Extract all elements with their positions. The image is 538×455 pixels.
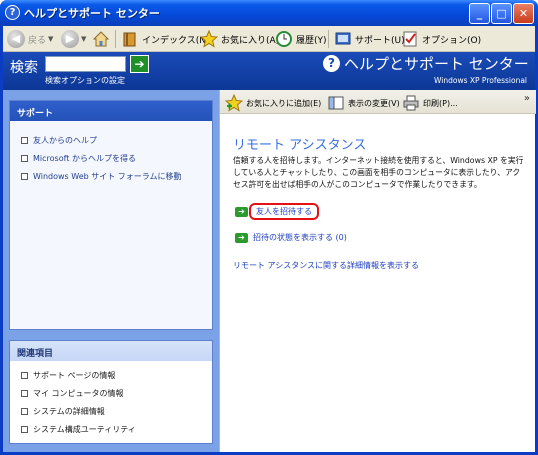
back-label: 戻る	[28, 35, 47, 46]
chevron-down-icon: ▼	[48, 35, 54, 43]
support-panel: サポート 友人からのヘルプ Microsoft からヘルプを得る Windows…	[9, 100, 213, 330]
add-favorite-button[interactable]: お気に入りに追加(E)	[225, 94, 321, 112]
brand-subtitle: Windows XP Professional	[434, 76, 527, 85]
related-panel: 関連項目 サポート ページの情報 マイ コンピュータの情報 システムの詳細情報 …	[9, 340, 213, 444]
support-panel-heading: サポート	[10, 101, 212, 121]
change-view-label: 表示の変更(V)	[348, 98, 400, 108]
close-button[interactable]: ✕	[513, 3, 534, 24]
home-button[interactable]	[92, 29, 113, 49]
content-pane: お気に入りに追加(E) 表示の変更(V) 印刷(P)... » リモート アシス…	[219, 90, 536, 452]
main-toolbar: ◀ 戻る ▼ ▶ ▼ インデックス(N) お気に入り(A) 履歴(Y) サポート…	[3, 26, 535, 52]
home-icon	[92, 31, 110, 47]
minimize-button[interactable]: _	[469, 3, 490, 24]
search-input[interactable]	[45, 56, 126, 72]
maximize-button[interactable]: □	[491, 3, 512, 24]
related-item[interactable]: サポート ページの情報	[21, 370, 115, 381]
header-band: 検索 ➔ 検索オプションの設定 ? ヘルプとサポート センター Windows …	[3, 52, 535, 90]
support-item[interactable]: 友人からのヘルプ	[21, 135, 97, 146]
support-button[interactable]: サポート(U)	[334, 29, 405, 49]
help-support-window: ? ヘルプとサポート センター _ □ ✕ ◀ 戻る ▼ ▶ ▼ インデックス(…	[0, 0, 538, 455]
options-label: オプション(O)	[422, 35, 482, 46]
history-clock-icon	[276, 31, 292, 47]
back-arrow-icon: ◀	[7, 30, 25, 48]
invite-friend-action[interactable]: ➔ 友人を招待する	[235, 203, 319, 220]
related-item[interactable]: マイ コンピュータの情報	[21, 388, 124, 399]
index-button[interactable]: インデックス(N)	[121, 29, 210, 49]
change-view-icon	[328, 96, 344, 110]
search-options-link[interactable]: 検索オプションの設定	[45, 75, 125, 86]
change-view-button[interactable]: 表示の変更(V)	[327, 94, 400, 112]
invite-status-link[interactable]: 招待の状態を表示する (0)	[253, 232, 347, 243]
help-icon: ?	[5, 5, 20, 20]
printer-icon	[403, 95, 419, 111]
related-item[interactable]: システム構成ユーティリティ	[21, 424, 136, 435]
bullet-icon	[21, 155, 28, 162]
history-label: 履歴(Y)	[296, 35, 327, 46]
invite-status-action[interactable]: ➔ 招待の状態を表示する (0)	[235, 232, 347, 243]
options-checklist-icon	[403, 31, 417, 47]
toolbar-separator	[115, 30, 116, 48]
title-bar: ? ヘルプとサポート センター _ □ ✕	[0, 0, 538, 26]
bullet-icon	[21, 173, 28, 180]
content-toolbar: お気に入りに追加(E) 表示の変更(V) 印刷(P)... »	[220, 90, 536, 114]
bullet-icon	[21, 390, 28, 397]
bullet-icon	[21, 137, 28, 144]
star-icon	[200, 30, 218, 48]
forward-arrow-icon: ▶	[61, 30, 79, 48]
search-label: 検索	[10, 60, 38, 76]
left-pane: サポート 友人からのヘルプ Microsoft からヘルプを得る Windows…	[3, 90, 219, 452]
favorites-button[interactable]: お気に入り(A)	[200, 29, 279, 49]
window-title: ヘルプとサポート センター	[24, 7, 160, 20]
related-panel-heading: 関連項目	[10, 341, 212, 361]
chevron-down-icon: ▼	[81, 35, 87, 43]
options-button[interactable]: オプション(O)	[401, 29, 481, 49]
help-icon: ?	[323, 55, 340, 72]
related-item[interactable]: システムの詳細情報	[21, 406, 105, 417]
bullet-icon	[21, 426, 28, 433]
invite-friend-link[interactable]: 友人を招待する	[249, 203, 319, 220]
back-button[interactable]: ◀ 戻る ▼	[7, 29, 53, 49]
green-arrow-icon: ➔	[235, 206, 248, 217]
print-label: 印刷(P)...	[423, 98, 458, 108]
support-label: サポート(U)	[355, 35, 405, 46]
add-favorite-star-icon	[225, 94, 243, 112]
toolbar-separator	[328, 30, 329, 48]
add-favorite-label: お気に入りに追加(E)	[246, 98, 322, 108]
page-title: リモート アシスタンス	[233, 138, 367, 153]
bullet-icon	[21, 372, 28, 379]
print-button[interactable]: 印刷(P)...	[402, 94, 458, 112]
green-arrow-icon: ➔	[235, 232, 248, 243]
support-icon	[335, 32, 351, 45]
favorites-label: お気に入り(A)	[221, 35, 280, 46]
search-go-button[interactable]: ➔	[130, 55, 149, 73]
details-link[interactable]: リモート アシスタンスに関する詳細情報を表示する	[233, 260, 419, 271]
support-item[interactable]: Windows Web サイト フォーラムに移動	[21, 171, 182, 182]
page-description: 信頼する人を招待します。インターネット接続を使用すると、Windows XP を…	[233, 156, 524, 189]
book-icon	[123, 32, 136, 47]
chevron-double-right-icon[interactable]: »	[524, 93, 530, 104]
support-item[interactable]: Microsoft からヘルプを得る	[21, 153, 136, 164]
brand-title: ヘルプとサポート センター	[344, 55, 529, 73]
forward-button[interactable]: ▶ ▼	[61, 29, 86, 49]
bullet-icon	[21, 408, 28, 415]
history-button[interactable]: 履歴(Y)	[275, 29, 327, 49]
